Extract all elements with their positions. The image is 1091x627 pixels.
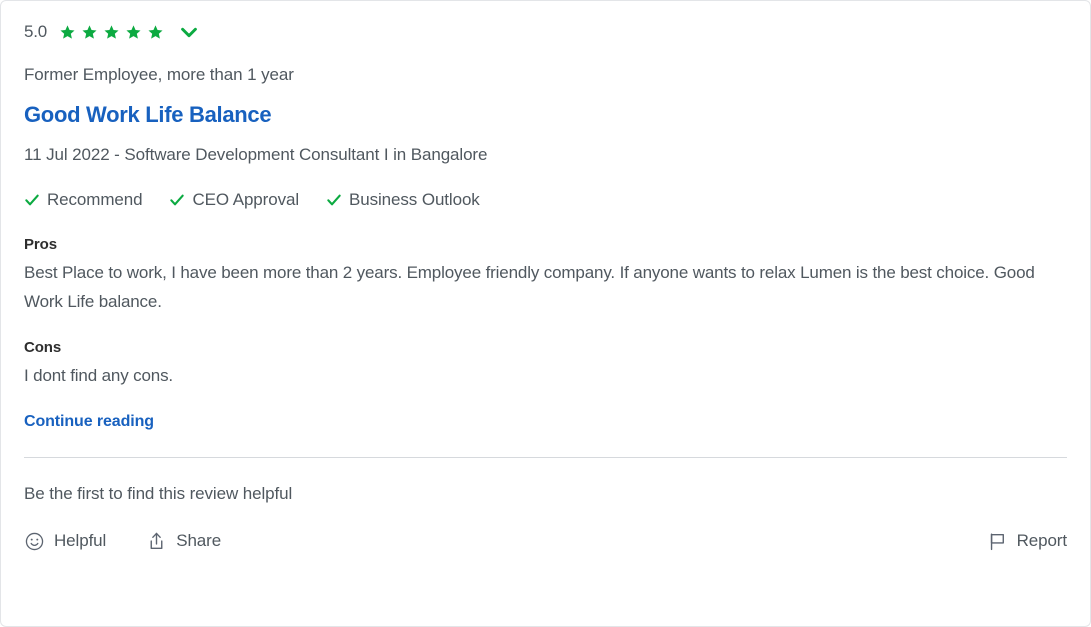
cons-heading: Cons xyxy=(24,339,62,357)
report-label: Report xyxy=(1016,531,1068,551)
share-icon xyxy=(146,531,167,552)
share-button[interactable]: Share xyxy=(146,531,221,552)
star-icon xyxy=(81,24,98,41)
review-actions: Helpful Share Report xyxy=(24,531,1067,552)
attribute-label: Business Outlook xyxy=(349,190,480,209)
star-icon xyxy=(125,24,142,41)
smiley-face-icon xyxy=(24,531,45,552)
star-icon xyxy=(59,24,76,41)
pros-heading: Pros xyxy=(24,236,57,253)
review-subline: 11 Jul 2022 - Software Development Consu… xyxy=(24,145,488,164)
check-icon xyxy=(24,192,40,208)
expand-rating-button[interactable] xyxy=(178,21,200,43)
rating-row: 5.0 xyxy=(24,19,1067,45)
share-label: Share xyxy=(176,531,222,551)
footer-divider xyxy=(24,456,1067,458)
review-actions-left: Helpful Share xyxy=(24,531,221,552)
chevron-down-icon xyxy=(181,27,197,38)
attribute-label: Recommend xyxy=(47,190,143,209)
continue-reading-link[interactable]: Continue reading xyxy=(24,413,154,431)
rating-value: 5.0 xyxy=(24,22,48,41)
attribute-recommend: Recommend xyxy=(24,190,143,210)
review-attributes: Recommend CEO Approval Business Outlook xyxy=(24,190,1067,210)
attribute-label: CEO Approval xyxy=(192,190,300,209)
star-icon xyxy=(147,24,164,41)
report-button[interactable]: Report xyxy=(987,531,1067,552)
attribute-ceo-approval: CEO Approval xyxy=(169,190,299,210)
check-icon xyxy=(326,192,342,208)
review-card: 5.0 Former Employee, more than 1 year Go… xyxy=(0,0,1091,627)
cons-section: Cons I dont find any cons. xyxy=(24,339,1067,390)
employee-meta: Former Employee, more than 1 year xyxy=(24,65,294,84)
check-icon xyxy=(169,192,185,208)
attribute-business-outlook: Business Outlook xyxy=(326,190,480,210)
helpful-button[interactable]: Helpful xyxy=(24,531,106,552)
star-rating xyxy=(59,24,164,41)
helpful-label: Helpful xyxy=(54,531,107,551)
star-icon xyxy=(103,24,120,41)
cons-text: I dont find any cons. xyxy=(24,366,174,386)
pros-text: Best Place to work, I have been more tha… xyxy=(24,263,1035,312)
helpful-note: Be the first to find this review helpful xyxy=(24,483,293,503)
review-title[interactable]: Good Work Life Balance xyxy=(24,102,1067,128)
flag-icon xyxy=(987,531,1008,552)
pros-section: Pros Best Place to work, I have been mor… xyxy=(24,236,1067,316)
